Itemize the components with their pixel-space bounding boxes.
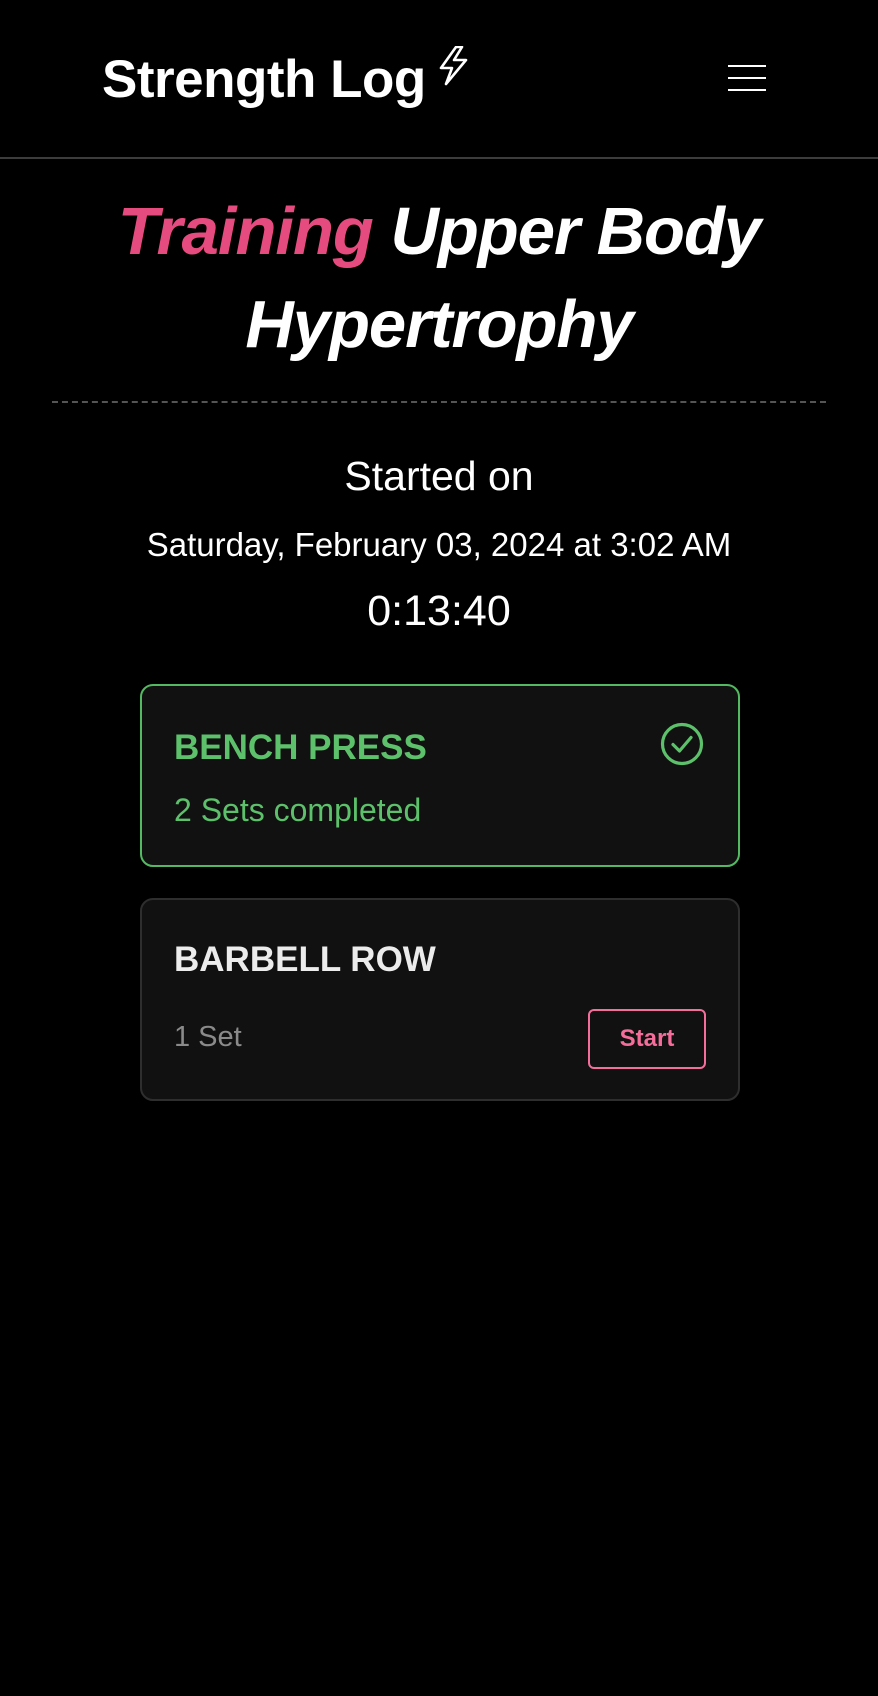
brand-name: Strength Log [102,50,426,109]
brand-logo[interactable]: Strength Log [102,46,470,112]
exercise-name: BENCH PRESS [174,728,427,767]
started-date: Saturday, February 03, 2024 at 3:02 AM [146,526,732,563]
exercise-status: 2 Sets completed [174,792,422,828]
hamburger-menu-icon[interactable] [728,63,766,93]
check-circle-icon [660,722,704,766]
elapsed-timer: 0:13:40 [367,587,511,635]
exercise-sets: 1 Set [174,1021,242,1053]
lightning-bolt-icon [439,46,468,86]
app-header: Strength Log [0,0,878,159]
dashed-divider [52,401,826,403]
title-prefix: Training [117,194,374,269]
page-title: Training Upper Body Hypertrophy [40,185,838,371]
started-label: Started on [344,453,534,499]
start-exercise-button[interactable]: Start [588,1009,706,1069]
exercise-name: BARBELL ROW [174,940,436,979]
exercise-card-bench-press[interactable]: BENCH PRESS 2 Sets completed [140,684,740,867]
exercise-card-barbell-row: BARBELL ROW 1 Set Start [140,898,740,1101]
